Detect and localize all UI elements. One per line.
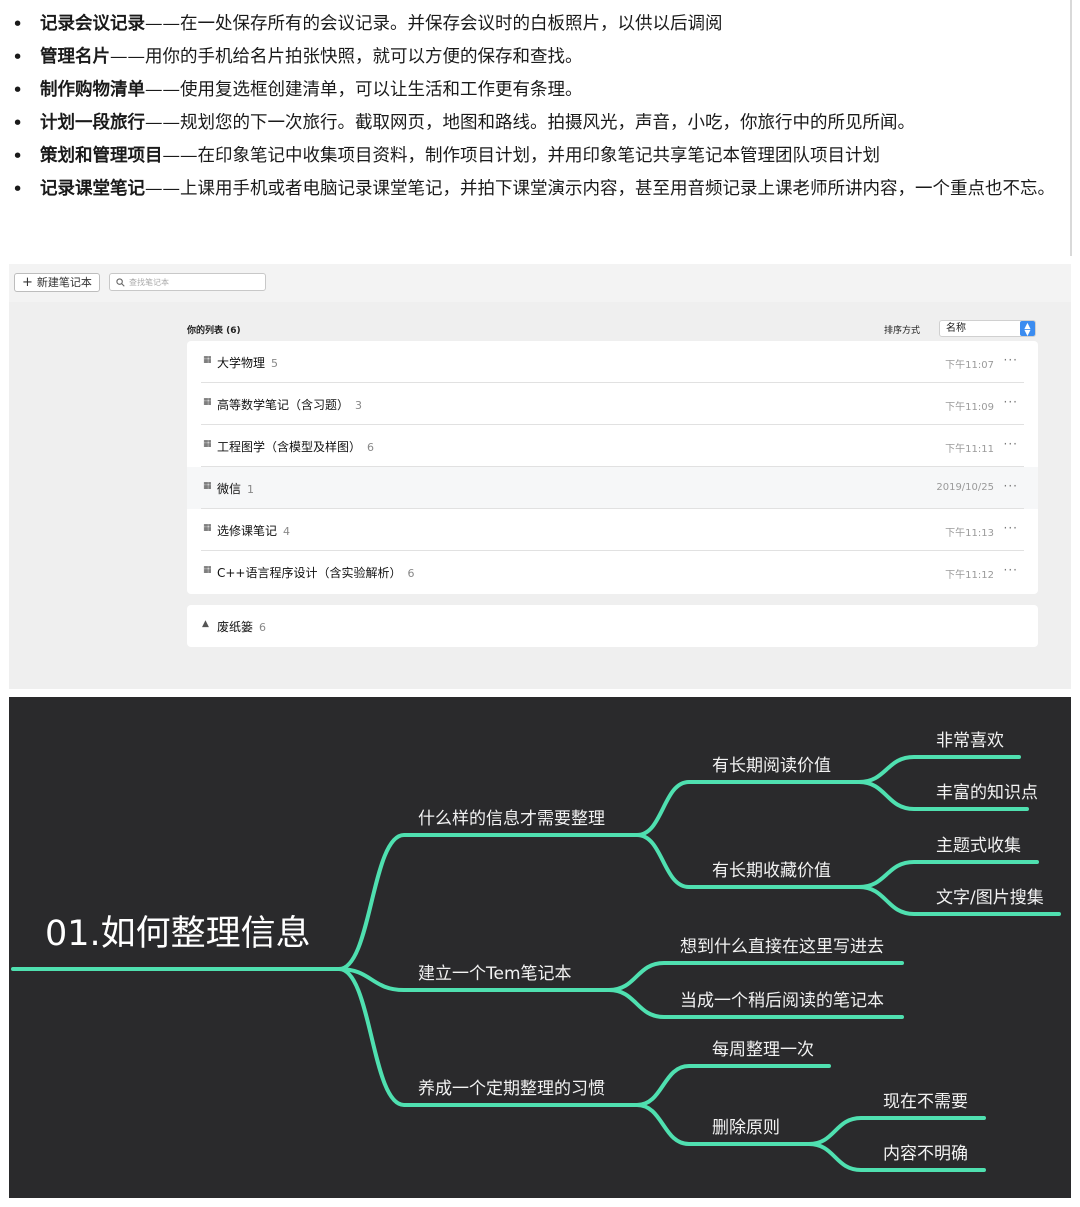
mind-map-root: 01.如何整理信息 xyxy=(45,914,311,954)
trash-icon: ▲ xyxy=(202,619,209,629)
notebook-count: 6 xyxy=(367,441,375,454)
feature-list-section: 记录会议记录——在一处保存所有的会议记录。并保存会议时的白板照片，以供以后调阅 … xyxy=(0,0,1080,262)
notebook-row-highlighted[interactable]: ▦ 微信 1 2019/10/25 ··· xyxy=(187,467,1038,509)
list-header: 你的列表 (6) 排序方式 名称 ▲ ▼ xyxy=(187,320,1037,342)
notebook-time: 下午11:12 xyxy=(945,570,994,581)
bullet-title: 制作购物清单 xyxy=(40,80,145,100)
bullet-text: ——在印象笔记中收集项目资料，制作项目计划，并用印象笔记共享笔记本管理团队项目计… xyxy=(162,146,881,166)
notebook-name: 高等数学笔记（含习题） xyxy=(217,398,350,412)
sub-branch-node: 有长期收藏价值 xyxy=(712,861,831,881)
trash-count: 6 xyxy=(259,621,267,634)
leaf-connector xyxy=(635,1064,831,1107)
notebook-time: 下午11:07 xyxy=(945,360,994,371)
branch-node: 养成一个定期整理的习惯 xyxy=(418,1079,605,1099)
notebook-name: 微信 xyxy=(217,482,242,496)
new-notebook-label: 新建笔记本 xyxy=(36,276,92,289)
notebook-list: ▦ 大学物理 5 下午11:07 ··· ▦ 高等数学笔记（含习题） 3 下午11:… xyxy=(187,341,1038,594)
notebook-time: 下午11:13 xyxy=(945,528,994,539)
notebook-count: 1 xyxy=(247,483,255,496)
notebook-count: 6 xyxy=(407,567,415,580)
more-options-icon[interactable]: ··· xyxy=(1004,563,1018,577)
select-stepper-icon: ▲ ▼ xyxy=(1020,321,1035,336)
notebook-time: 下午11:11 xyxy=(945,444,994,455)
notebook-row[interactable]: ▦ 大学物理 5 下午11:07 ··· xyxy=(201,341,1024,383)
sub-branch-node: 有长期阅读价值 xyxy=(712,756,831,776)
bullet-text: ——用你的手机给名片拍张快照，就可以方便的保存和查找。 xyxy=(110,47,583,67)
right-divider xyxy=(1070,0,1072,256)
bullet-item: 制作购物清单——使用复选框创建清单，可以让生活和工作更有条理。 xyxy=(0,74,1080,107)
more-options-icon[interactable]: ··· xyxy=(1004,437,1018,451)
plus-icon: + xyxy=(22,275,33,290)
notebook-icon: ▦ xyxy=(203,481,212,491)
notebook-icon: ▦ xyxy=(203,439,212,449)
notebook-count: 4 xyxy=(283,525,291,538)
sub-connector xyxy=(635,780,861,837)
trash-name: 废纸篓 xyxy=(217,620,254,634)
leaf-node: 想到什么直接在这里写进去 xyxy=(680,937,884,957)
leaf-node: 主题式收集 xyxy=(936,836,1021,856)
leaf-node: 当成一个稍后阅读的笔记本 xyxy=(680,991,884,1011)
leaf-node: 丰富的知识点 xyxy=(936,783,1038,803)
list-title: 你的列表 (6) xyxy=(187,326,241,336)
notebook-time: 2019/10/25 xyxy=(936,482,994,493)
bullet-text: ——上课用手机或者电脑记录课堂笔记，并拍下课堂演示内容，甚至用音频记录上课老师所… xyxy=(145,179,1055,199)
notebook-search[interactable] xyxy=(109,273,266,291)
bullet-title: 策划和管理项目 xyxy=(40,146,163,166)
notebook-row[interactable]: ▦ 选修课笔记 4 下午11:13 ··· xyxy=(201,509,1024,551)
notebook-row[interactable]: ▦ 高等数学笔记（含习题） 3 下午11:09 ··· xyxy=(201,383,1024,425)
notebook-name: 选修课笔记 xyxy=(217,524,278,538)
leaf-node: 现在不需要 xyxy=(883,1092,968,1112)
more-options-icon[interactable]: ··· xyxy=(1004,395,1018,409)
branch-node: 建立一个Tem笔记本 xyxy=(418,964,572,984)
sub-branch-node: 删除原则 xyxy=(712,1118,780,1138)
trash-row[interactable]: ▲ 废纸篓 6 xyxy=(187,605,1038,647)
notebook-count: 3 xyxy=(355,399,363,412)
notebook-list-window: + 新建笔记本 你的列表 (6) 排序方式 名称 ▲▼ ▦ 大学物理 5 下午11… xyxy=(9,264,1071,689)
bullet-text: ——在一处保存所有的会议记录。并保存会议时的白板照片，以供以后调阅 xyxy=(145,14,723,34)
bullet-title: 记录会议记录 xyxy=(40,14,145,34)
sort-select[interactable]: 名称 ▲ ▼ xyxy=(939,320,1036,337)
more-options-icon[interactable]: ··· xyxy=(1004,353,1018,367)
search-input[interactable] xyxy=(129,277,259,287)
branch-node: 什么样的信息才需要整理 xyxy=(418,809,605,829)
notebook-name: 大学物理 xyxy=(217,356,266,370)
bullet-item: 管理名片——用你的手机给名片拍张快照，就可以方便的保存和查找。 xyxy=(0,41,1080,74)
branch-connector xyxy=(337,833,639,971)
notebook-icon: ▦ xyxy=(203,565,212,575)
bullet-text: ——使用复选框创建清单，可以让生活和工作更有条理。 xyxy=(145,80,583,100)
notebook-row[interactable]: ▦ C++语言程序设计（含实验解析） 6 下午11:12 ··· xyxy=(201,551,1024,593)
more-options-icon[interactable]: ··· xyxy=(1004,521,1018,535)
notebook-time: 下午11:09 xyxy=(945,402,994,413)
toolbar: + 新建笔记本 xyxy=(9,264,1071,302)
bullet-text: ——规划您的下一次旅行。截取网页，地图和路线。拍摄风光，声音，小吃，你旅行中的所… xyxy=(145,113,915,133)
feature-bullet-list: 记录会议记录——在一处保存所有的会议记录。并保存会议时的白板照片，以供以后调阅 … xyxy=(0,0,1080,206)
leaf-node: 非常喜欢 xyxy=(936,731,1004,751)
notebook-name: 工程图学（含模型及样图） xyxy=(217,440,362,454)
notebook-name: C++语言程序设计（含实验解析） xyxy=(217,566,402,580)
leaf-node: 内容不明确 xyxy=(883,1144,968,1164)
notebook-icon: ▦ xyxy=(203,355,212,365)
bullet-item: 计划一段旅行——规划您的下一次旅行。截取网页，地图和路线。拍摄风光，声音，小吃，… xyxy=(0,107,1080,140)
sort-label: 排序方式 xyxy=(884,326,921,336)
bullet-title: 管理名片 xyxy=(40,47,110,67)
leaf-node: 文字/图片搜集 xyxy=(936,888,1044,908)
search-icon xyxy=(116,277,125,287)
bullet-item: 记录会议记录——在一处保存所有的会议记录。并保存会议时的白板照片，以供以后调阅 xyxy=(0,8,1080,41)
bullet-title: 计划一段旅行 xyxy=(40,113,145,133)
notebook-count: 5 xyxy=(271,357,279,370)
notebook-icon: ▦ xyxy=(203,397,212,407)
bullet-item: 策划和管理项目——在印象笔记中收集项目资料，制作项目计划，并用印象笔记共享笔记本… xyxy=(0,140,1080,173)
leaf-node: 每周整理一次 xyxy=(712,1040,814,1060)
bullet-item: 记录课堂笔记——上课用手机或者电脑记录课堂笔记，并拍下课堂演示内容，甚至用音频记… xyxy=(0,173,1080,206)
mind-map: 01.如何整理信息 什么样的信息才需要整理 有长期阅读价值 非常喜欢 丰富的知识… xyxy=(9,697,1071,1198)
more-options-icon[interactable]: ··· xyxy=(1004,479,1018,493)
notebook-icon: ▦ xyxy=(203,523,212,533)
new-notebook-button[interactable]: + 新建笔记本 xyxy=(14,273,100,292)
sort-value: 名称 xyxy=(946,323,966,334)
notebook-row[interactable]: ▦ 工程图学（含模型及样图） 6 下午11:11 ··· xyxy=(201,425,1024,467)
bullet-title: 记录课堂笔记 xyxy=(40,179,145,199)
